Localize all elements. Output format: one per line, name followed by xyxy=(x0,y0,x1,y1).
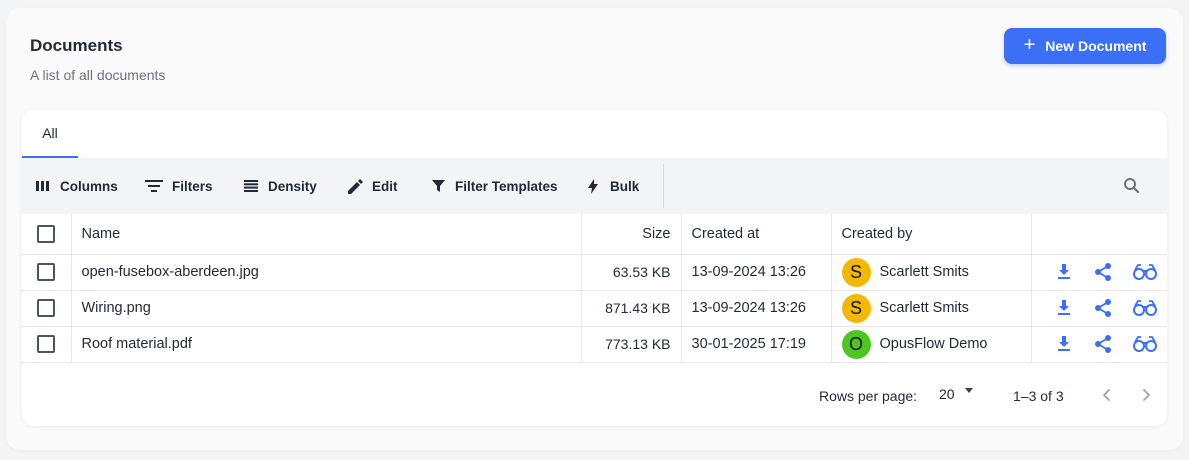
pagination: Rows per page: 20 1–3 of 3 xyxy=(22,376,1167,416)
filter-lines-icon xyxy=(145,178,163,194)
filters-label: Filters xyxy=(172,178,213,194)
density-icon xyxy=(243,178,259,194)
row-checkbox[interactable] xyxy=(37,335,55,353)
share-icon[interactable] xyxy=(1093,298,1113,318)
avatar: O xyxy=(841,329,871,359)
new-document-button[interactable]: + New Document xyxy=(1004,28,1166,64)
filter-templates-button[interactable]: Filter Templates xyxy=(430,170,558,202)
documents-table-card: All Columns Filters Density Edit Filter … xyxy=(22,110,1167,426)
rows-per-page-select[interactable]: 20 xyxy=(939,386,973,402)
caret-down-icon xyxy=(964,387,973,393)
view-icon[interactable] xyxy=(1132,298,1158,318)
chevron-right-icon[interactable] xyxy=(1137,386,1155,404)
chevron-left-icon[interactable] xyxy=(1098,386,1116,404)
edit-label: Edit xyxy=(372,178,398,194)
view-icon[interactable] xyxy=(1132,334,1158,354)
page-range: 1–3 of 3 xyxy=(1013,388,1064,404)
table-toolbar: Columns Filters Density Edit Filter Temp… xyxy=(22,158,1167,214)
cell-created-at: 30-01-2025 17:19 xyxy=(681,326,832,363)
tab-bar: All xyxy=(22,110,1167,158)
toolbar-divider xyxy=(663,164,664,208)
columns-button[interactable]: Columns xyxy=(35,170,118,202)
user-cell: S Scarlett Smits xyxy=(841,293,1031,323)
cell-created-by: Scarlett Smits xyxy=(879,300,969,316)
bulk-button[interactable]: Bulk xyxy=(585,170,639,202)
user-cell: S Scarlett Smits xyxy=(841,257,1031,287)
user-cell: O OpusFlow Demo xyxy=(841,329,1031,359)
cell-size: 871.43 KB xyxy=(581,290,682,327)
bulk-label: Bulk xyxy=(610,178,640,194)
plus-icon: + xyxy=(1023,34,1036,56)
cell-name: Wiring.png xyxy=(71,290,582,327)
pencil-icon xyxy=(347,178,363,194)
row-actions xyxy=(1032,334,1168,354)
edit-button[interactable]: Edit xyxy=(347,170,398,202)
page-title: Documents xyxy=(30,36,123,55)
density-label: Density xyxy=(268,178,317,194)
cell-created-by: OpusFlow Demo xyxy=(879,336,988,352)
share-icon[interactable] xyxy=(1093,262,1113,282)
filter-templates-label: Filter Templates xyxy=(455,178,558,194)
share-icon[interactable] xyxy=(1093,334,1113,354)
cell-name: open-fusebox-aberdeen.jpg xyxy=(71,254,582,291)
columns-label: Columns xyxy=(60,178,118,194)
documents-table: Name Size Created at Created by open-fus… xyxy=(22,214,1167,363)
filters-button[interactable]: Filters xyxy=(145,170,213,202)
avatar: S xyxy=(841,293,871,323)
view-icon[interactable] xyxy=(1132,262,1158,282)
row-checkbox[interactable] xyxy=(37,299,55,317)
select-all-checkbox[interactable] xyxy=(37,224,55,243)
column-header-created-by[interactable]: Created by xyxy=(831,214,1032,255)
row-checkbox[interactable] xyxy=(37,263,55,281)
cell-size: 773.13 KB xyxy=(581,326,682,363)
cell-created-at: 13-09-2024 13:26 xyxy=(681,254,832,291)
cell-created-at: 13-09-2024 13:26 xyxy=(681,290,832,327)
lightning-icon xyxy=(585,178,601,194)
cell-size: 63.53 KB xyxy=(581,254,682,291)
table-header-row: Name Size Created at Created by xyxy=(22,214,1167,255)
table-row[interactable]: Wiring.png 871.43 KB 13-09-2024 13:26 S … xyxy=(22,290,1168,327)
download-icon[interactable] xyxy=(1054,334,1074,354)
table-row[interactable]: Roof material.pdf 773.13 KB 30-01-2025 1… xyxy=(22,326,1168,363)
column-header-actions xyxy=(1031,214,1167,255)
table-row[interactable]: open-fusebox-aberdeen.jpg 63.53 KB 13-09… xyxy=(22,254,1168,291)
download-icon[interactable] xyxy=(1054,298,1074,318)
row-actions xyxy=(1032,298,1168,318)
density-button[interactable]: Density xyxy=(243,170,317,202)
avatar: S xyxy=(841,257,871,287)
column-header-name[interactable]: Name xyxy=(71,214,582,255)
download-icon[interactable] xyxy=(1054,262,1074,282)
cell-name: Roof material.pdf xyxy=(71,326,582,363)
rows-per-page-label: Rows per page: xyxy=(819,388,918,404)
new-document-label: New Document xyxy=(1045,38,1147,54)
page-subtitle: A list of all documents xyxy=(30,67,166,83)
tab-all[interactable]: All xyxy=(22,110,78,158)
rows-per-page-value: 20 xyxy=(939,386,955,402)
columns-icon xyxy=(35,178,51,194)
search-icon[interactable] xyxy=(1122,176,1142,196)
row-actions xyxy=(1032,262,1168,282)
cell-created-by: Scarlett Smits xyxy=(879,264,969,280)
column-header-created-at[interactable]: Created at xyxy=(681,214,832,255)
funnel-icon xyxy=(430,178,446,194)
column-header-size[interactable]: Size xyxy=(581,214,682,255)
